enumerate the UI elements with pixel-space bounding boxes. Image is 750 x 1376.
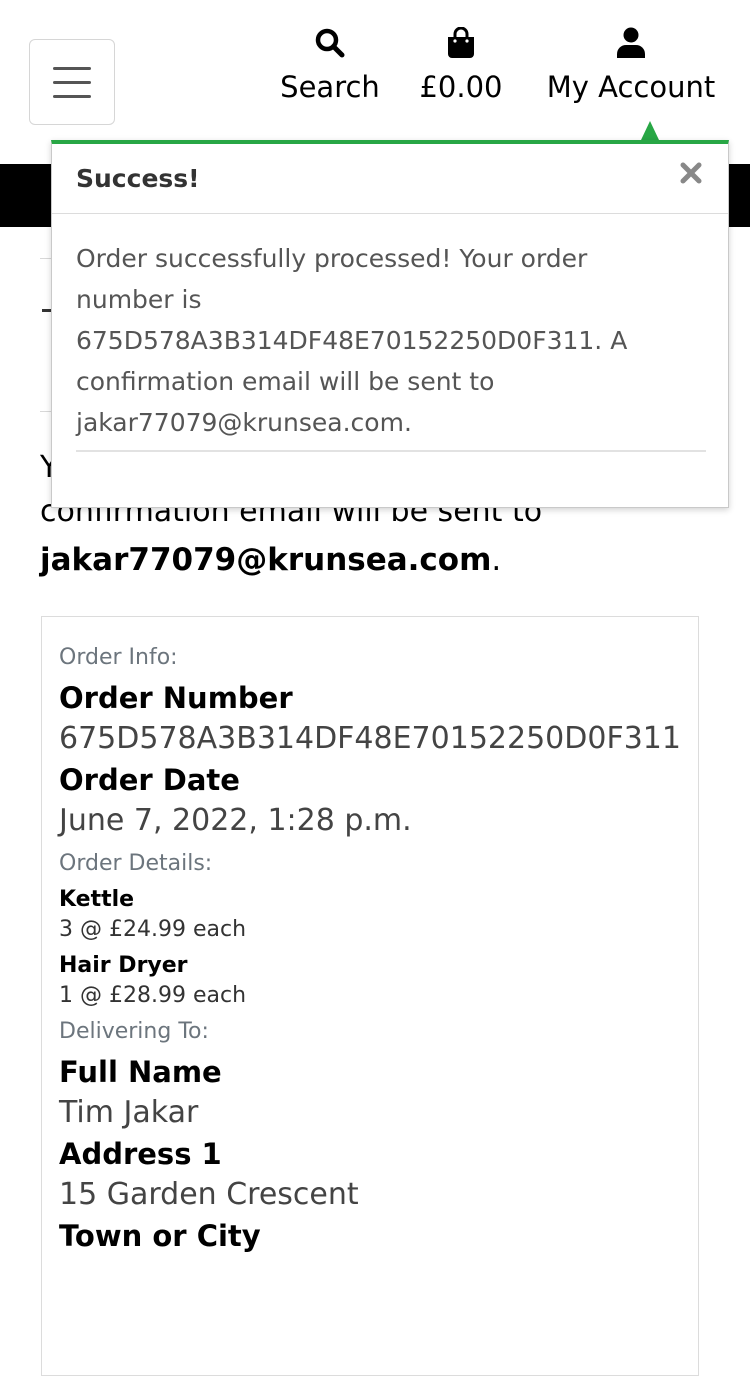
order-info-label: Order Info: [59, 645, 178, 670]
toast-message-line: jakar77079@krunsea.com. [76, 408, 412, 437]
toast-message-line: Order successfully processed! Your order [76, 244, 588, 273]
order-details-label: Order Details: [59, 851, 213, 876]
nav-account-label: My Account [546, 70, 716, 104]
order-date-value: June 7, 2022, 1:28 p.m. [59, 803, 412, 838]
confirmation-email: jakar77079@krunsea.com. [40, 542, 502, 578]
close-button[interactable] [676, 158, 706, 188]
full-name-value: Tim Jakar [59, 1095, 199, 1130]
order-item: Kettle 3 @ £24.99 each [59, 885, 698, 945]
customer-email: jakar77079@krunsea.com [40, 542, 492, 578]
hamburger-bar [53, 80, 91, 84]
item-quantity-price: 3 @ £24.99 each [59, 917, 247, 942]
town-title: Town or City [59, 1219, 261, 1253]
toast-message-line: confirmation email will be sent to [76, 367, 495, 396]
hamburger-bar [53, 94, 91, 98]
toast-header: Success! [52, 144, 728, 214]
nav-search-label: Search [280, 70, 380, 104]
order-number-value: 675D578A3B314DF48E70152250D0F311 [59, 721, 681, 756]
toast-message-line: number is [76, 285, 202, 314]
order-item: Hair Dryer 1 @ £28.99 each [59, 951, 698, 1011]
order-summary-card: Order Info: Order Number 675D578A3B314DF… [41, 616, 699, 1376]
bag-total: £0.00 [419, 70, 503, 104]
item-name: Hair Dryer [59, 953, 188, 978]
toast-arrow [641, 121, 659, 140]
item-quantity-price: 1 @ £28.99 each [59, 983, 247, 1008]
nav-account-link[interactable]: My Account [533, 26, 729, 105]
success-toast: Success! Order successfully processed! Y… [51, 140, 729, 508]
order-date-title: Order Date [59, 763, 240, 797]
search-icon [314, 26, 346, 60]
item-name: Kettle [59, 887, 135, 912]
nav-bag-link[interactable]: £0.00 [411, 26, 511, 105]
toast-divider [76, 450, 706, 452]
toast-message: Order successfully processed! Your order… [76, 238, 706, 443]
order-number-title: Order Number [59, 681, 293, 715]
address1-title: Address 1 [59, 1137, 222, 1171]
nav-search-link[interactable]: Search [270, 26, 390, 105]
user-icon [616, 26, 646, 60]
address1-value: 15 Garden Crescent [59, 1177, 359, 1212]
toast-message-line: 675D578A3B314DF48E70152250D0F311. A [76, 326, 628, 355]
menu-toggle-button[interactable] [29, 39, 115, 125]
toast-title: Success! [76, 164, 200, 193]
shopping-bag-icon [446, 26, 476, 60]
full-name-title: Full Name [59, 1055, 222, 1089]
delivering-to-label: Delivering To: [59, 1019, 209, 1044]
hamburger-bar [53, 66, 91, 70]
close-icon [680, 162, 702, 184]
